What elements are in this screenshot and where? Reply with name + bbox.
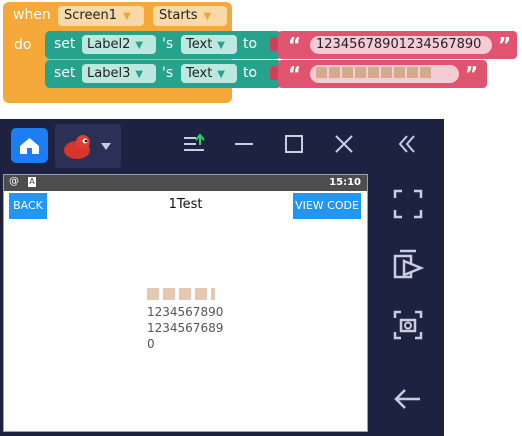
label2-line3: 0 xyxy=(147,337,155,351)
text-value-squares[interactable] xyxy=(310,65,459,83)
open-quote-icon: “ xyxy=(288,62,302,86)
install-icon[interactable] xyxy=(392,248,424,280)
dropdown-arrow-icon: ▼ xyxy=(122,11,131,22)
home-button[interactable] xyxy=(11,128,48,163)
fullscreen-icon[interactable] xyxy=(392,188,424,220)
label3-squares xyxy=(147,288,223,304)
label2-dropdown[interactable]: Label2 ▼ xyxy=(82,35,156,54)
to-label: to xyxy=(243,65,258,81)
text-string-block[interactable]: “ 12345678901234567890 ” xyxy=(278,31,517,59)
status-time: 15:10 xyxy=(329,177,361,188)
glyph-box xyxy=(420,67,431,78)
label2-line1: 1234567890 xyxy=(147,305,224,319)
to-label: to xyxy=(243,36,258,52)
minimize-icon[interactable] xyxy=(233,133,255,155)
target-name: Label3 xyxy=(87,66,131,81)
text-string-block[interactable]: “ ” xyxy=(278,60,487,88)
dropdown-arrow-icon: ▼ xyxy=(135,69,144,80)
glyph-box xyxy=(342,67,353,78)
glyph-box xyxy=(329,67,340,78)
glyph-box xyxy=(179,288,191,300)
event-name: Starts xyxy=(159,8,198,23)
app-mascot-icon xyxy=(64,135,111,159)
glyph-box xyxy=(147,288,159,300)
glyph-box xyxy=(211,288,215,300)
emulator-sidebar xyxy=(373,174,444,436)
notification-icon: A xyxy=(28,177,36,187)
set-label: set xyxy=(54,36,76,52)
possessive-label: 's xyxy=(162,65,174,81)
glyph-box xyxy=(195,288,207,300)
set-label2-text-block[interactable]: set Label2 ▼ 's Text ▼ to xyxy=(45,31,282,59)
labels-content: 1234567890 1234567689 0 xyxy=(147,288,223,352)
when-label: when xyxy=(13,7,51,23)
glyph-box xyxy=(381,67,392,78)
dropdown-arrow-icon: ▼ xyxy=(203,11,212,22)
home-icon xyxy=(20,138,39,154)
glyph-box xyxy=(407,67,418,78)
do-label: do xyxy=(14,37,32,53)
close-quote-icon: ” xyxy=(498,33,512,57)
property-name: Text xyxy=(186,66,213,81)
glyph-box xyxy=(163,288,175,300)
dropdown-arrow-icon: ▼ xyxy=(217,69,225,80)
glyph-box xyxy=(355,67,366,78)
label2-line2: 1234567689 xyxy=(147,321,224,335)
property-dropdown[interactable]: Text ▼ xyxy=(181,64,237,83)
screenshot-icon[interactable] xyxy=(392,309,424,341)
possessive-label: 's xyxy=(162,36,174,52)
property-dropdown[interactable]: Text ▼ xyxy=(181,35,237,54)
set-label: set xyxy=(54,65,76,81)
dropdown-arrow-icon: ▼ xyxy=(217,40,225,51)
emulator-window: @ A 15:10 BACK VIEW CODE 1Test 123456789… xyxy=(0,119,444,436)
set-label3-text-block[interactable]: set Label3 ▼ 's Text ▼ to xyxy=(45,60,282,88)
maximize-icon[interactable] xyxy=(283,133,305,155)
phone-screen: @ A 15:10 BACK VIEW CODE 1Test 123456789… xyxy=(3,174,368,432)
install-apk-icon[interactable] xyxy=(183,133,207,155)
glyph-box xyxy=(316,67,327,78)
at-icon: @ xyxy=(9,176,19,187)
emulator-titlebar xyxy=(0,119,444,171)
collapse-icon[interactable] xyxy=(396,133,418,155)
glyph-box xyxy=(394,67,405,78)
target-name: Label2 xyxy=(87,37,131,52)
label3-dropdown[interactable]: Label3 ▼ xyxy=(82,64,156,83)
android-status-bar: @ A 15:10 xyxy=(4,175,367,191)
screen-title: 1Test xyxy=(168,197,203,212)
value-socket xyxy=(270,37,278,51)
text-value[interactable]: 12345678901234567890 xyxy=(310,36,492,54)
component-dropdown[interactable]: Screen1 ▼ xyxy=(58,6,144,26)
component-name: Screen1 xyxy=(64,8,117,23)
value-socket xyxy=(270,66,278,80)
back-arrow-icon[interactable] xyxy=(392,383,424,415)
event-dropdown[interactable]: Starts ▼ xyxy=(153,6,227,26)
glyph-box xyxy=(368,67,379,78)
app-tab-button[interactable] xyxy=(55,124,121,168)
property-name: Text xyxy=(186,37,213,52)
open-quote-icon: “ xyxy=(288,33,302,57)
blocks-workspace: when Screen1 ▼ Starts ▼ do set Label2 ▼ 's … xyxy=(0,0,522,118)
dropdown-arrow-icon: ▼ xyxy=(135,40,144,51)
close-icon[interactable] xyxy=(333,133,355,155)
close-quote-icon: ” xyxy=(465,62,479,86)
